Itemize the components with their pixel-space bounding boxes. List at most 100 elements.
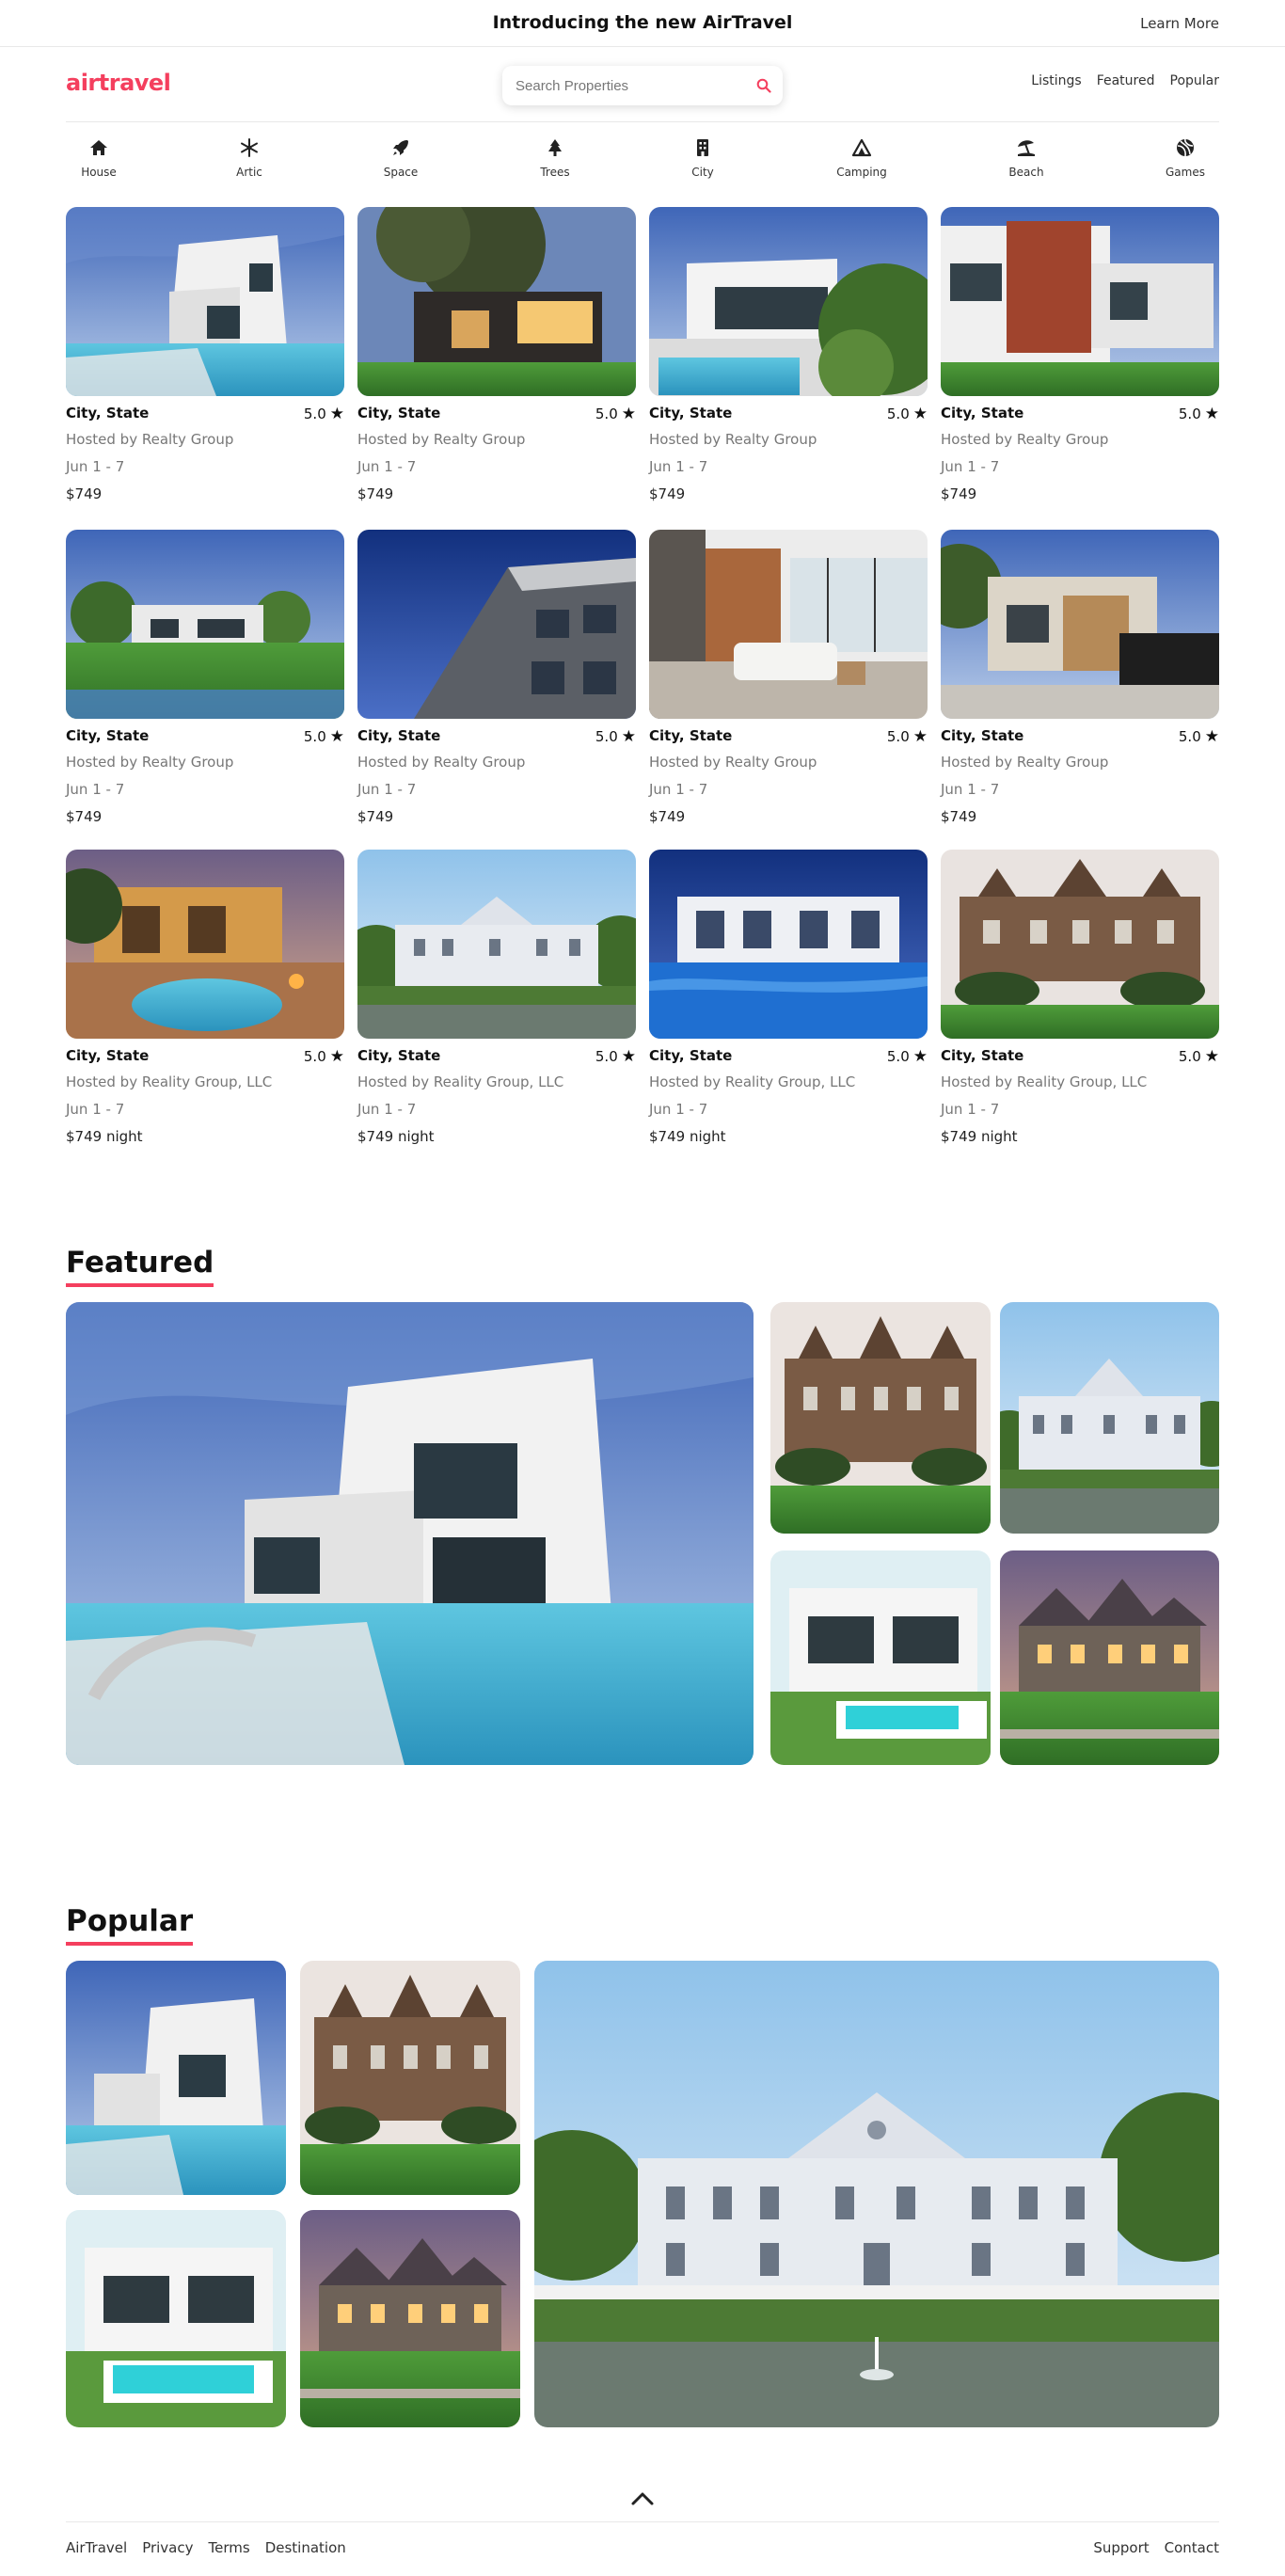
search-box[interactable] (502, 66, 783, 105)
popular-photo[interactable] (66, 2210, 286, 2427)
listing-card[interactable]: City, State 5.0 ★ Hosted by Reality Group… (941, 850, 1219, 1151)
footer-links-left: AirTravel Privacy Terms Destination (66, 2539, 346, 2556)
listing-dates: Jun 1 - 7 (649, 1101, 708, 1118)
tree-icon (548, 139, 562, 156)
site-header: airtravel Listings Featured Popular (66, 47, 1219, 122)
star-icon: ★ (621, 727, 636, 746)
category-label: Space (383, 166, 419, 179)
nav-popular[interactable]: Popular (1170, 73, 1220, 88)
footer-link-airtravel[interactable]: AirTravel (66, 2539, 127, 2556)
listing-card[interactable]: City, State 5.0 ★ Hosted by Reality Group… (357, 850, 636, 1151)
listing-dates: Jun 1 - 7 (941, 781, 1000, 798)
listing-dates: Jun 1 - 7 (941, 1101, 1000, 1118)
star-icon: ★ (912, 405, 928, 423)
learn-more-link[interactable]: Learn More (1140, 15, 1219, 32)
listing-card[interactable]: City, State 5.0 ★ Hosted by Realty Group … (357, 207, 636, 508)
listing-dates: Jun 1 - 7 (941, 458, 1000, 475)
footer-link-destination[interactable]: Destination (265, 2539, 346, 2556)
category-trees[interactable]: Trees (517, 132, 593, 180)
category-artic[interactable]: Artic (212, 132, 287, 180)
category-city[interactable]: City (665, 132, 740, 180)
listing-card[interactable]: City, State 5.0 ★ Hosted by Realty Group … (649, 207, 928, 508)
listing-card[interactable]: City, State 5.0 ★ Hosted by Realty Group … (649, 530, 928, 831)
star-icon: ★ (912, 1047, 928, 1066)
popular-photo[interactable] (66, 1961, 286, 2195)
listing-photo[interactable] (941, 850, 1219, 1039)
listing-photo[interactable] (357, 207, 636, 396)
popular-photo[interactable] (300, 2210, 520, 2427)
footer-link-support[interactable]: Support (1093, 2539, 1149, 2556)
listing-location: City, State (66, 1047, 150, 1064)
listing-price: $749 (941, 808, 977, 825)
featured-photo[interactable] (1000, 1302, 1219, 1534)
listing-dates: Jun 1 - 7 (357, 458, 417, 475)
listing-rating: 5.0 ★ (595, 727, 636, 746)
category-camping[interactable]: Camping (824, 132, 899, 180)
scroll-to-top-icon[interactable] (628, 2488, 657, 2510)
listing-rating: 5.0 ★ (595, 1047, 636, 1066)
search-input[interactable] (516, 66, 741, 105)
listing-photo[interactable] (357, 850, 636, 1039)
popular-photo[interactable] (300, 1961, 520, 2195)
listing-card[interactable]: City, State 5.0 ★ Hosted by Realty Group … (66, 530, 344, 831)
listing-rating: 5.0 ★ (303, 727, 344, 746)
featured-photo[interactable] (770, 1302, 991, 1534)
listing-rating: 5.0 ★ (886, 727, 928, 746)
listing-price: $749 (649, 808, 686, 825)
listing-photo[interactable] (357, 530, 636, 719)
listing-host: Hosted by Reality Group, LLC (66, 1073, 273, 1090)
umbrella-beach-icon (1018, 140, 1035, 156)
featured-main-photo[interactable] (66, 1302, 754, 1765)
listing-location: City, State (649, 1047, 733, 1064)
listing-card[interactable]: City, State 5.0 ★ Hosted by Realty Group … (66, 207, 344, 508)
nav-listings[interactable]: Listings (1031, 73, 1081, 88)
tent-icon (851, 138, 872, 157)
listing-host: Hosted by Reality Group, LLC (649, 1073, 856, 1090)
listing-host: Hosted by Realty Group (649, 431, 817, 448)
listing-photo[interactable] (649, 207, 928, 396)
category-space[interactable]: Space (363, 132, 438, 180)
listing-photo[interactable] (649, 530, 928, 719)
listing-rating: 5.0 ★ (886, 405, 928, 423)
popular-main-photo[interactable] (534, 1961, 1219, 2427)
featured-photo[interactable] (1000, 1550, 1219, 1765)
listing-location: City, State (941, 405, 1024, 421)
category-label: Camping (836, 166, 887, 179)
star-icon: ★ (329, 405, 344, 423)
featured-photo[interactable] (770, 1550, 991, 1765)
category-house[interactable]: House (61, 132, 136, 180)
listing-photo[interactable] (941, 207, 1219, 396)
listing-rating: 5.0 ★ (886, 1047, 928, 1066)
category-beach[interactable]: Beach (989, 132, 1064, 180)
listing-photo[interactable] (66, 850, 344, 1039)
listing-host: Hosted by Realty Group (66, 754, 234, 771)
listing-card[interactable]: City, State 5.0 ★ Hosted by Realty Group … (357, 530, 636, 831)
listing-card[interactable]: City, State 5.0 ★ Hosted by Realty Group … (941, 207, 1219, 508)
star-icon: ★ (1204, 405, 1219, 423)
listing-card[interactable]: City, State 5.0 ★ Hosted by Realty Group … (941, 530, 1219, 831)
listing-host: Hosted by Realty Group (357, 754, 526, 771)
nav-featured[interactable]: Featured (1097, 73, 1155, 88)
footer-link-terms[interactable]: Terms (209, 2539, 250, 2556)
listing-location: City, State (66, 405, 150, 421)
logo[interactable]: airtravel (66, 70, 171, 96)
footer-links-right: Support Contact (1093, 2539, 1219, 2556)
listing-price: $749 (941, 485, 977, 502)
listing-photo[interactable] (649, 850, 928, 1039)
listing-card[interactable]: City, State 5.0 ★ Hosted by Reality Group… (66, 850, 344, 1151)
listing-photo[interactable] (66, 530, 344, 719)
listing-photo[interactable] (941, 530, 1219, 719)
search-icon[interactable] (756, 78, 771, 93)
listing-host: Hosted by Reality Group, LLC (357, 1073, 564, 1090)
category-games[interactable]: Games (1148, 132, 1223, 180)
listing-card[interactable]: City, State 5.0 ★ Hosted by Reality Group… (649, 850, 928, 1151)
footer-link-privacy[interactable]: Privacy (142, 2539, 193, 2556)
category-label: Beach (1008, 166, 1044, 179)
listing-host: Hosted by Reality Group, LLC (941, 1073, 1148, 1090)
listing-photo[interactable] (66, 207, 344, 396)
featured-heading: Featured (66, 1246, 214, 1287)
footer-link-contact[interactable]: Contact (1165, 2539, 1219, 2556)
listing-dates: Jun 1 - 7 (66, 781, 125, 798)
listing-rating: 5.0 ★ (1178, 405, 1219, 423)
listing-rating: 5.0 ★ (303, 1047, 344, 1066)
